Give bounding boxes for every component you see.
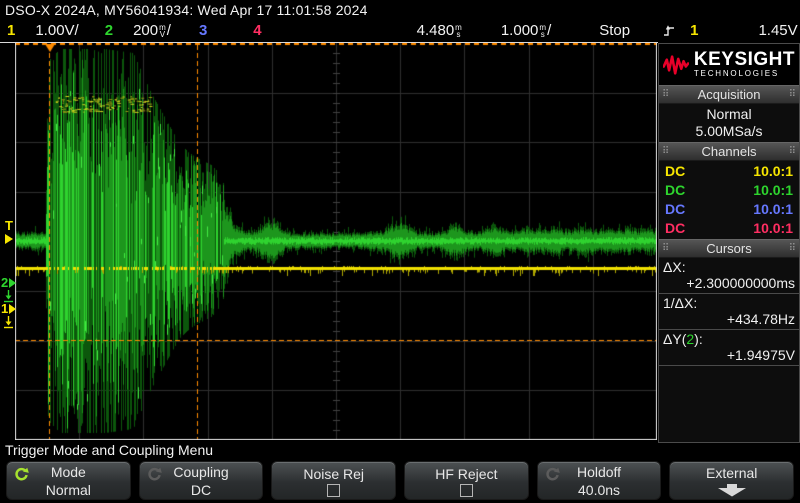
channel2-marker-label: 2	[1, 277, 8, 289]
brand-name: KEYSIGHT	[694, 51, 795, 69]
channel4-number: 4	[253, 22, 261, 39]
oscilloscope-screen: DSO-X 2024A, MY56041934: Wed Apr 17 11:0…	[0, 0, 800, 503]
grip-right-icon: ⠿	[789, 90, 796, 100]
title-bar: DSO-X 2024A, MY56041934: Wed Apr 17 11:0…	[0, 0, 800, 19]
down-arrow-icon	[715, 484, 749, 497]
trigger-marker-arrow-icon	[5, 234, 13, 244]
timebase-unit: ms	[539, 24, 546, 38]
channel2-setting[interactable]: 2 200 mV /	[105, 22, 171, 39]
channel1-scale: 1.00V/	[35, 22, 78, 39]
run-state: Stop	[599, 22, 630, 39]
channel2-scale-slash: /	[167, 22, 171, 39]
channel1-number: 1	[7, 22, 15, 39]
softkey-mode[interactable]: Mode Normal	[6, 461, 131, 500]
cursor-delta-x-value: +2.300000000ms	[663, 275, 795, 291]
channel1-marker-arrow-icon	[9, 304, 16, 314]
channels-body: DC 10.0:1 DC 10.0:1 DC 10.0:1 DC 10.0:1	[659, 161, 799, 239]
keysight-logo-icon	[663, 50, 689, 80]
channel3-setting[interactable]: 3	[199, 22, 207, 39]
grip-right-icon: ⠿	[789, 244, 796, 254]
brand-logo: KEYSIGHT TECHNOLOGIES	[659, 44, 799, 85]
cursor-delta-y-channel: 2	[686, 331, 694, 347]
grip-left-icon: ⠿	[662, 90, 669, 100]
channel3-number: 3	[199, 22, 207, 39]
rotate-knob-icon	[545, 467, 560, 486]
delay-unit: ms	[455, 24, 462, 38]
trigger-level-marker[interactable]: T	[5, 220, 13, 244]
side-panel: KEYSIGHT TECHNOLOGIES ⠿ Acquisition ⠿ No…	[658, 43, 800, 443]
cursor-delta-y: ΔY(2): +1.94975V	[659, 330, 799, 366]
channel1-setting[interactable]: 1 1.00V/	[7, 22, 79, 39]
channel2-scale-unit: mV	[159, 24, 166, 38]
channel1-row: DC 10.0:1	[659, 162, 799, 181]
hf-reject-checkbox[interactable]	[460, 484, 473, 497]
softkey-mode-value: Normal	[46, 481, 91, 499]
softkey-holdoff-value: 40.0ns	[578, 481, 620, 499]
grip-left-icon: ⠿	[662, 147, 669, 157]
acquisition-body: Normal 5.00MSa/s	[659, 104, 799, 142]
softkey-holdoff[interactable]: Holdoff 40.0ns	[537, 461, 662, 500]
grip-right-icon: ⠿	[789, 147, 796, 157]
trigger-edge-icon	[663, 23, 676, 38]
channel2-marker-arrow-icon	[9, 278, 16, 288]
channels-header[interactable]: ⠿ Channels ⠿	[659, 142, 799, 161]
menu-status-text: Trigger Mode and Coupling Menu	[0, 442, 800, 460]
softkey-coupling[interactable]: Coupling DC	[139, 461, 264, 500]
channel4-row: DC 10.0:1	[659, 219, 799, 238]
channel2-number: 2	[105, 22, 113, 39]
acquisition-header[interactable]: ⠿ Acquisition ⠿	[659, 85, 799, 104]
noise-rej-checkbox[interactable]	[327, 484, 340, 497]
acquisition-mode: Normal	[659, 106, 799, 123]
rotate-knob-icon	[14, 467, 29, 486]
waveform-display: T 2 1	[0, 43, 658, 441]
rotate-knob-icon	[147, 467, 162, 486]
trigger-source: 1	[690, 22, 698, 39]
channel2-row: DC 10.0:1	[659, 181, 799, 200]
horizontal-delay[interactable]: 4.480 ms	[417, 22, 463, 39]
channel2-ground-marker[interactable]: 2	[1, 277, 16, 289]
cursor-delta-x: ΔX: +2.300000000ms	[659, 258, 799, 294]
channel4-setting[interactable]: 4	[253, 22, 261, 39]
softkey-external[interactable]: External	[669, 461, 794, 500]
softkey-row: Mode Normal Coupling DC Noise Rej HF Rej…	[0, 460, 800, 503]
timebase-setting[interactable]: 1.000 ms /	[501, 22, 551, 39]
waveform-canvas	[15, 43, 657, 440]
trigger-level: 1.45V	[758, 22, 797, 39]
cursor-inverse-delta-x: 1/ΔX: +434.78Hz	[659, 294, 799, 330]
channel3-row: DC 10.0:1	[659, 200, 799, 219]
cursors-body: ΔX: +2.300000000ms 1/ΔX: +434.78Hz ΔY(2)…	[659, 258, 799, 442]
sample-rate: 5.00MSa/s	[659, 123, 799, 140]
status-bar: 1 1.00V/ 2 200 mV / 3 4 4.480 ms 1.000 m…	[0, 19, 800, 42]
softkey-noise-rej[interactable]: Noise Rej	[271, 461, 396, 500]
trigger-marker-label: T	[5, 220, 13, 232]
channel1-ground-icon	[3, 316, 14, 329]
channel1-marker-label: 1	[1, 303, 8, 315]
cursor-inverse-delta-x-value: +434.78Hz	[663, 311, 795, 327]
channel2-scale-value: 200	[133, 22, 158, 39]
grip-left-icon: ⠿	[662, 244, 669, 254]
softkey-hf-reject[interactable]: HF Reject	[404, 461, 529, 500]
channel1-ground-marker[interactable]: 1	[1, 303, 16, 315]
brand-subtitle: TECHNOLOGIES	[694, 69, 795, 78]
cursors-header[interactable]: ⠿ Cursors ⠿	[659, 239, 799, 258]
cursor-delta-y-value: +1.94975V	[663, 347, 795, 363]
softkey-coupling-value: DC	[191, 481, 211, 499]
